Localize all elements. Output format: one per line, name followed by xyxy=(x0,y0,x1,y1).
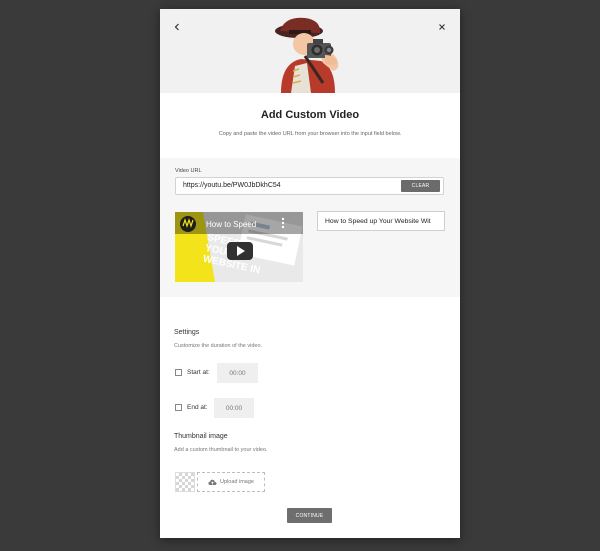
start-at-checkbox[interactable] xyxy=(175,369,182,376)
thumbnail-description: Add a custom thumbnail to your video. xyxy=(174,447,268,453)
video-title-input[interactable]: How to Speed up Your Website Wit xyxy=(317,211,445,231)
dialog-subtitle: Copy and paste the video URL from your b… xyxy=(218,131,402,137)
video-url-input[interactable]: https://youtu.be/PW0JbDkhC54 CLEAR xyxy=(175,177,444,195)
settings-description: Customize the duration of the video. xyxy=(174,343,263,349)
end-at-checkbox[interactable] xyxy=(175,404,182,411)
end-time-input[interactable]: 00:00 xyxy=(214,398,254,418)
upload-image-button[interactable]: Upload image xyxy=(197,472,265,492)
thumbnail-heading: Thumbnail image xyxy=(174,433,228,440)
cloud-upload-icon xyxy=(208,479,217,485)
start-at-label: Start at: xyxy=(187,369,210,376)
chevron-left-icon xyxy=(174,23,179,31)
start-time-input[interactable]: 00:00 xyxy=(217,363,258,383)
video-url-value: https://youtu.be/PW0JbDkhC54 xyxy=(183,182,281,189)
video-thumbnail-caption: How to Speed xyxy=(206,220,257,229)
close-button[interactable] xyxy=(434,19,450,35)
end-at-label: End at: xyxy=(187,404,208,411)
close-icon xyxy=(439,24,445,30)
back-button[interactable] xyxy=(169,19,185,35)
upload-image-label: Upload image xyxy=(220,479,254,485)
video-preview-thumbnail[interactable]: SPEED UP YOUR WEBSITE IN How to Speed xyxy=(175,212,303,282)
video-url-label: Video URL xyxy=(175,168,202,174)
video-url-panel: Video URL https://youtu.be/PW0JbDkhC54 C… xyxy=(160,158,460,297)
dialog-title: Add Custom Video xyxy=(260,109,360,121)
dialog-header xyxy=(160,9,460,93)
continue-button[interactable]: CONTINUE xyxy=(287,508,332,523)
clear-button[interactable]: CLEAR xyxy=(401,180,440,192)
thumbnail-preview xyxy=(175,472,195,492)
add-custom-video-dialog: Add Custom Video Copy and paste the vide… xyxy=(160,9,460,538)
settings-heading: Settings xyxy=(174,329,200,336)
photographer-illustration xyxy=(275,17,339,93)
